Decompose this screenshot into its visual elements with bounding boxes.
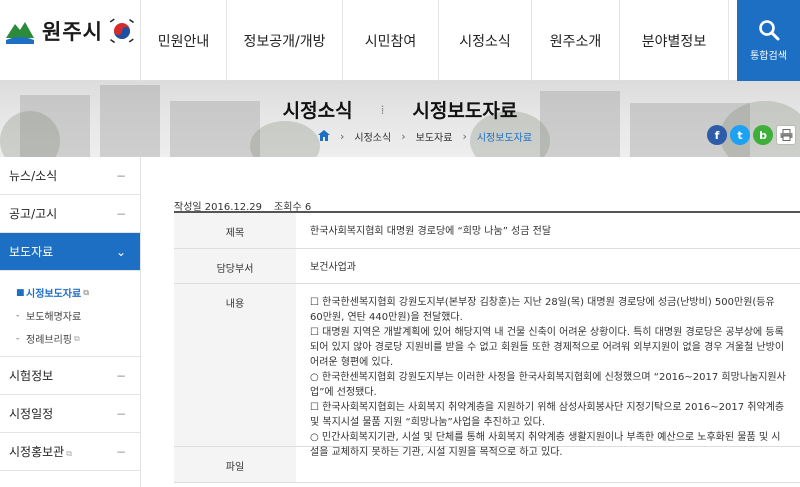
- article-body: ☐ 한국한센복지협회 강원도지부(본부장 김창훈)는 지난 28일(목) 대명원…: [296, 284, 800, 458]
- file-attachment: [296, 447, 800, 482]
- sidebar-item-news[interactable]: 뉴스/소식 −: [0, 157, 140, 195]
- submenu-item-regular-briefing[interactable]: - 정례브리핑 ⧉: [16, 327, 140, 350]
- new-window-icon: ⧉: [66, 449, 72, 458]
- page-heading: 시정소식 ⁞ 시정보도자료: [0, 96, 800, 123]
- nav-item-citizen-participation[interactable]: 시민참여: [342, 0, 438, 81]
- table-row: 파일: [174, 447, 800, 483]
- sidebar-item-promotion-hall[interactable]: 시정홍보관 ⧉ −: [0, 433, 140, 471]
- new-window-icon: ⧉: [83, 287, 89, 297]
- blog-icon[interactable]: b: [753, 125, 773, 145]
- submenu-item-city-press[interactable]: ■ 시정보도자료 ⧉: [16, 281, 140, 304]
- search-icon: [758, 20, 779, 41]
- sidebar-item-schedule[interactable]: 시정일정 −: [0, 395, 140, 433]
- collapse-icon: −: [115, 368, 126, 383]
- sidebar-item-notices[interactable]: 공고/고시 −: [0, 195, 140, 233]
- twitter-icon[interactable]: t: [730, 125, 750, 145]
- logo-text: 원주시: [42, 20, 103, 44]
- file-header: 파일: [174, 447, 296, 482]
- chevron-right-icon: ›: [340, 130, 345, 143]
- collapse-icon: −: [115, 406, 126, 421]
- print-icon[interactable]: [776, 125, 796, 145]
- nav-item-about-wonju[interactable]: 원주소개: [531, 0, 619, 81]
- heading-separator: ⁞: [380, 102, 385, 117]
- content-header: 내용: [174, 284, 296, 446]
- chevron-right-icon: ›: [462, 130, 467, 143]
- body-paragraph: ☐ 한국사회복지협회는 사회복지 취약계층을 지원하기 위해 삼성사회봉사단 지…: [310, 402, 785, 428]
- nav-item-info-disclosure[interactable]: 정보공개/개방: [226, 0, 342, 81]
- collapse-icon: −: [115, 206, 126, 221]
- table-row: 내용 ☐ 한국한센복지협회 강원도지부(본부장 김창훈)는 지난 28일(목) …: [174, 284, 800, 458]
- department-header: 담당부서: [174, 249, 296, 283]
- collapse-icon: −: [115, 444, 126, 459]
- section-title: 시정소식: [282, 100, 353, 122]
- breadcrumb-current[interactable]: 시정보도자료: [477, 129, 532, 144]
- mountain-logo-icon: [4, 16, 36, 46]
- sidebar-submenu: ■ 시정보도자료 ⧉ - 보도해명자료 - 정례브리핑 ⧉: [0, 271, 140, 357]
- integrated-search-button[interactable]: 통합검색: [737, 0, 800, 81]
- search-label: 통합검색: [750, 51, 787, 62]
- body-paragraph: ○ 한국한센복지협회 강원도지부는 이러한 사정을 한국사회복지협회에 신청했으…: [310, 372, 786, 398]
- new-window-icon: ⧉: [74, 333, 80, 343]
- share-buttons: f t b: [707, 125, 796, 145]
- department-value: 보건사업과: [310, 262, 356, 273]
- home-icon[interactable]: [318, 129, 330, 144]
- taegeuk-flag-icon: [109, 18, 135, 44]
- breadcrumb-item[interactable]: 시정소식: [354, 129, 391, 144]
- site-logo[interactable]: 원주시: [4, 16, 135, 46]
- facebook-icon[interactable]: f: [707, 125, 727, 145]
- nav-item-city-news[interactable]: 시정소식: [438, 0, 531, 81]
- table-row: 담당부서 보건사업과: [174, 249, 800, 284]
- submenu-item-press-clarification[interactable]: - 보도해명자료: [16, 304, 140, 327]
- title-header: 제목: [174, 213, 296, 248]
- chevron-right-icon: ›: [401, 130, 406, 143]
- sidebar-item-exam-info[interactable]: 시험정보 −: [0, 357, 140, 395]
- article-table: 제목 한국사회복지협회 대명원 경로당에 “희망 나눔” 성금 전달 담당부서 …: [174, 211, 800, 483]
- sidebar-nav: 뉴스/소식 − 공고/고시 − 보도자료 ⌄ ■ 시정보도자료 ⧉ - 보도해명…: [0, 157, 141, 487]
- page-title: 시정보도자료: [412, 100, 518, 122]
- body-paragraph: ☐ 대명원 지역은 개발계획에 있어 해당지역 내 건물 신축이 어려운 상황이…: [310, 327, 785, 368]
- breadcrumb-item[interactable]: 보도자료: [416, 129, 453, 144]
- chevron-down-icon: ⌄: [115, 244, 126, 259]
- article-title: 한국사회복지협회 대명원 경로당에 “희망 나눔” 성금 전달: [310, 226, 552, 237]
- nav-item-field-info[interactable]: 분야별정보: [619, 0, 729, 81]
- body-paragraph: ☐ 한국한센복지협회 강원도지부(본부장 김창훈)는 지난 28일(목) 대명원…: [310, 297, 775, 323]
- collapse-icon: −: [115, 168, 126, 183]
- sidebar-item-press-releases[interactable]: 보도자료 ⌄: [0, 233, 140, 271]
- breadcrumb: › 시정소식 › 보도자료 › 시정보도자료: [318, 129, 532, 144]
- nav-item-civil-affairs[interactable]: 민원안내: [140, 0, 226, 81]
- site-header: 원주시 민원안내 정보공개/개방 시민참여 시정소식 원주소개 분야별정보 통합…: [0, 0, 800, 81]
- main-navigation: 민원안내 정보공개/개방 시민참여 시정소식 원주소개 분야별정보: [140, 0, 729, 81]
- table-row: 제목 한국사회복지협회 대명원 경로당에 “희망 나눔” 성금 전달: [174, 213, 800, 249]
